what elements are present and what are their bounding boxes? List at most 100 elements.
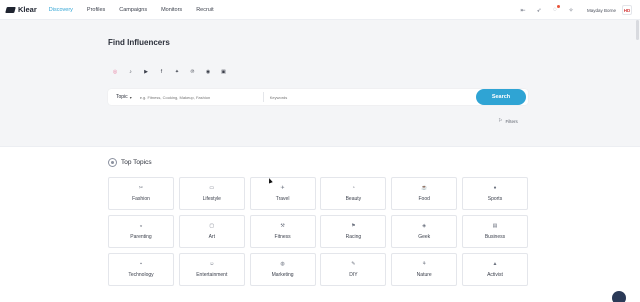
youtube-icon[interactable]: ▶ xyxy=(143,69,149,75)
topic-label: Technology xyxy=(128,272,154,278)
nav-links: Discovery Profiles Campaigns Monitors Re… xyxy=(49,7,228,13)
topic-label: DIY xyxy=(349,272,358,278)
pinterest-icon[interactable]: ℗ xyxy=(190,69,196,75)
scrollbar[interactable] xyxy=(636,20,639,40)
search-hero: Find Influencers ◎ ♪ ▶ f ✦ ℗ ◉ ▣ Topic ▾… xyxy=(0,20,640,147)
topic-tile-food[interactable]: ☕ Food xyxy=(391,177,458,210)
topic-label: Fashion xyxy=(132,196,150,202)
top-topics-header: Top Topics xyxy=(108,158,152,167)
activist-icon: ▲ xyxy=(492,261,498,267)
topic-tile-activist[interactable]: ▲ Activist xyxy=(461,253,528,286)
entertainment-icon: ☺ xyxy=(209,261,215,267)
user-name[interactable]: Mayday Borne xyxy=(587,8,616,13)
topic-tile-racing[interactable]: ⚑ Racing xyxy=(320,215,387,248)
topic-label: Lifestyle xyxy=(202,196,221,202)
diy-icon: ✎ xyxy=(351,261,356,267)
marketing-icon: ◍ xyxy=(280,261,285,267)
gift-icon[interactable]: ✧ xyxy=(567,6,575,14)
nav-right: ⇤ ➶ ◌ ✧ Mayday Borne HD xyxy=(511,0,632,20)
technology-icon: ▪ xyxy=(140,261,142,267)
topics-grid: ✂ Fashion ▭ Lifestyle ✈ Travel ◔ Beauty ☕ Foo… xyxy=(108,177,528,286)
instagram-icon[interactable]: ◎ xyxy=(112,69,118,75)
klear-logo-icon xyxy=(5,6,16,13)
business-icon: ▤ xyxy=(492,223,498,229)
collapse-icon[interactable]: ⇤ xyxy=(519,6,527,14)
topic-tile-fitness[interactable]: ⚒ Fitness xyxy=(249,215,316,248)
topic-tile-art[interactable]: ▢ Art xyxy=(178,215,245,248)
topic-label: Sports xyxy=(487,196,503,202)
topic-label: Activist xyxy=(487,272,503,278)
tiktok-icon[interactable]: ♪ xyxy=(128,69,134,75)
nav-profiles[interactable]: Profiles xyxy=(87,7,105,13)
keywords-input[interactable] xyxy=(269,94,420,100)
chevron-down-icon: ▾ xyxy=(129,94,132,100)
travel-icon: ✈ xyxy=(280,185,285,191)
topic-label: Nature xyxy=(416,272,432,278)
rss-icon[interactable]: ◉ xyxy=(205,69,211,75)
chat-widget-button[interactable] xyxy=(612,291,626,302)
topic-label: Racing xyxy=(345,234,362,240)
topic-tile-marketing[interactable]: ◍ Marketing xyxy=(249,253,316,286)
avatar[interactable]: HD xyxy=(622,5,632,15)
topic-search-input[interactable] xyxy=(139,94,255,100)
topic-tile-business[interactable]: ▤ Business xyxy=(461,215,528,248)
twitter-icon[interactable]: ✦ xyxy=(174,69,180,75)
nav-monitors[interactable]: Monitors xyxy=(161,7,182,13)
geek-icon: ◈ xyxy=(422,223,427,229)
topic-tile-lifestyle[interactable]: ▭ Lifestyle xyxy=(178,177,245,210)
topic-label: Food xyxy=(418,196,430,202)
top-navigation: Klear Discovery Profiles Campaigns Monit… xyxy=(0,0,640,20)
sports-icon: ● xyxy=(493,185,497,191)
topic-label: Parenting xyxy=(130,234,152,240)
lifestyle-icon: ▭ xyxy=(209,185,215,191)
topic-label: Beauty xyxy=(345,196,362,202)
top-topics-title: Top Topics xyxy=(121,159,152,166)
topic-tile-sports[interactable]: ● Sports xyxy=(461,177,528,210)
search-bar: Topic ▾ ⚲ Location xyxy=(108,89,528,105)
filters-label: Filters xyxy=(505,118,518,124)
notification-dot xyxy=(556,5,560,8)
app-name: Klear xyxy=(18,5,37,14)
racing-icon: ⚑ xyxy=(351,223,356,229)
topic-tile-travel[interactable]: ✈ Travel xyxy=(249,177,316,210)
filters-button[interactable]: ⚐ Filters xyxy=(498,118,518,124)
topic-label: Topic xyxy=(116,94,128,100)
twitch-icon[interactable]: ▣ xyxy=(221,69,227,75)
topic-tile-geek[interactable]: ◈ Geek xyxy=(391,215,458,248)
nav-campaigns[interactable]: Campaigns xyxy=(119,7,147,13)
topic-label: Business xyxy=(484,234,506,240)
topic-tile-beauty[interactable]: ◔ Beauty xyxy=(320,177,387,210)
facebook-icon[interactable]: f xyxy=(159,69,165,75)
topic-tile-nature[interactable]: ⚘ Nature xyxy=(391,253,458,286)
klear-logo[interactable]: Klear xyxy=(5,5,37,14)
nav-recruit[interactable]: Recruit xyxy=(196,7,213,13)
topic-label: Marketing xyxy=(271,272,294,278)
page-title: Find Influencers xyxy=(108,38,170,47)
food-icon: ☕ xyxy=(421,185,428,191)
topic-label: Travel xyxy=(275,196,290,202)
nature-icon: ⚘ xyxy=(421,261,427,267)
art-icon: ▢ xyxy=(209,223,215,229)
topic-tile-technology[interactable]: ▪ Technology xyxy=(108,253,174,286)
filter-icon: ⚐ xyxy=(498,118,503,124)
topic-label: Fitness xyxy=(274,234,291,240)
parenting-icon: ◒ xyxy=(139,223,143,229)
topic-dropdown[interactable]: Topic ▾ xyxy=(116,94,132,100)
beauty-icon: ◔ xyxy=(351,185,355,191)
topic-label: Art xyxy=(208,234,215,240)
topic-tile-entertainment[interactable]: ☺ Entertainment xyxy=(178,253,245,286)
rocket-icon[interactable]: ➶ xyxy=(535,6,543,14)
search-button[interactable]: Search xyxy=(476,89,526,105)
topic-tile-diy[interactable]: ✎ DIY xyxy=(320,253,387,286)
bell-icon[interactable]: ◌ xyxy=(551,5,560,14)
fashion-icon: ✂ xyxy=(138,185,144,191)
divider xyxy=(262,92,264,102)
topic-tile-parenting[interactable]: ◒ Parenting xyxy=(108,215,174,248)
topic-label: Geek xyxy=(418,234,431,240)
fitness-icon: ⚒ xyxy=(280,223,285,229)
nav-discovery[interactable]: Discovery xyxy=(49,7,73,13)
target-icon xyxy=(108,158,117,167)
social-network-selector: ◎ ♪ ▶ f ✦ ℗ ◉ ▣ xyxy=(112,69,236,75)
topic-tile-fashion[interactable]: ✂ Fashion xyxy=(108,177,174,210)
topic-label: Entertainment xyxy=(196,272,228,278)
